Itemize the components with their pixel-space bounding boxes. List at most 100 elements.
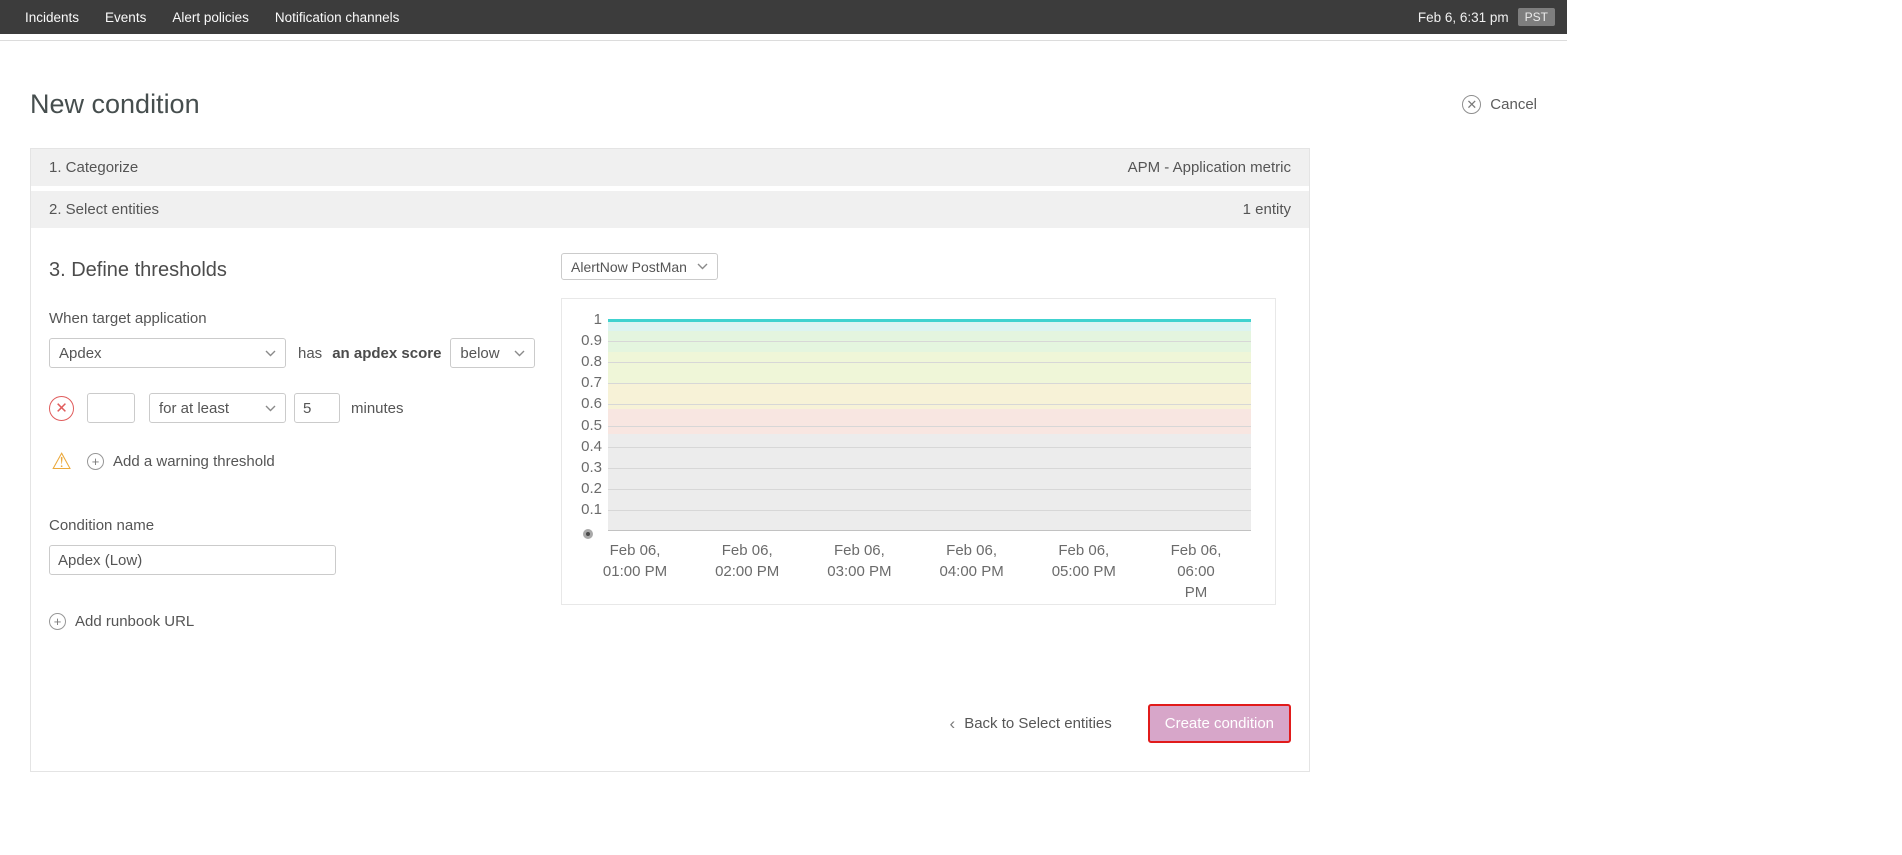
- chart-plot: [608, 320, 1251, 531]
- critical-value-input[interactable]: [87, 393, 135, 423]
- duration-minutes-input[interactable]: [294, 393, 340, 423]
- back-link-label: Back to Select entities: [964, 715, 1112, 732]
- duration-condition-select-value: for at least: [159, 400, 229, 417]
- page-header: New condition ✕ Cancel: [30, 89, 1537, 120]
- nav-item-alert-policies[interactable]: Alert policies: [159, 0, 262, 34]
- threshold-band: [608, 434, 1251, 531]
- entity-select-value: AlertNow PostMan: [571, 259, 687, 275]
- threshold-band: [608, 352, 1251, 384]
- app-window: Incidents Events Alert policies Notifica…: [0, 0, 1567, 772]
- critical-circle-x-icon: ✕: [49, 396, 74, 421]
- x-tick-label: Feb 06, 02:00 PM: [715, 540, 779, 582]
- y-tick-label: 0.5: [581, 417, 602, 435]
- y-tick-label: 0.3: [581, 459, 602, 477]
- x-tick-label: Feb 06, 03:00 PM: [827, 540, 891, 582]
- duration-condition-select[interactable]: for at least: [149, 393, 286, 423]
- cancel-label: Cancel: [1490, 96, 1537, 113]
- chevron-down-icon: [265, 405, 276, 412]
- warning-threshold-row: ⚠ + Add a warning threshold: [49, 450, 561, 473]
- y-gridline: [608, 510, 1251, 511]
- warning-triangle-icon: ⚠: [49, 450, 74, 473]
- apdex-series-line: [608, 319, 1251, 322]
- back-to-select-entities-link[interactable]: ‹ Back to Select entities: [950, 715, 1112, 732]
- minutes-label: minutes: [351, 400, 404, 417]
- step-select-entities-value: 1 entity: [1243, 201, 1291, 218]
- y-gridline: [608, 447, 1251, 448]
- runbook-row: + Add runbook URL: [49, 613, 561, 664]
- threshold-band: [608, 409, 1251, 434]
- thresholds-form: 3. Define thresholds When target applica…: [49, 233, 561, 664]
- topbar-clock: Feb 6, 6:31 pm PST: [1418, 8, 1555, 26]
- y-tick-label: 0.6: [581, 395, 602, 413]
- cancel-button[interactable]: ✕ Cancel: [1462, 95, 1537, 114]
- y-tick-label: 0.7: [581, 374, 602, 392]
- y-axis-labels: 10.90.80.70.60.50.40.30.20.1: [574, 320, 608, 531]
- time-range-slider-handle[interactable]: [583, 529, 593, 539]
- y-gridline: [608, 404, 1251, 405]
- top-nav-menu: Incidents Events Alert policies Notifica…: [12, 0, 412, 34]
- cancel-circle-x-icon: ✕: [1462, 95, 1481, 114]
- main-content: New condition ✕ Cancel 1. Categorize APM…: [0, 89, 1567, 772]
- page-title: New condition: [30, 89, 200, 120]
- chevron-down-icon: [265, 350, 276, 357]
- y-tick-label: 1: [594, 311, 602, 329]
- has-label: has: [298, 345, 322, 362]
- apdex-preview-chart: 1 0.9 0.8 0.7 0.6 0.5 0.4 0.3 0.2 0.1 Feb 06, 01:…: [561, 298, 1276, 605]
- critical-threshold-row: ✕ for at least minutes: [49, 393, 561, 423]
- step-categorize-value: APM - Application metric: [1128, 159, 1291, 176]
- y-gridline: [608, 341, 1251, 342]
- add-warning-threshold-link[interactable]: Add a warning threshold: [113, 453, 275, 470]
- step-categorize[interactable]: 1. Categorize APM - Application metric: [31, 149, 1309, 186]
- metric-row: Apdex has an apdex score below: [49, 338, 561, 368]
- define-thresholds-heading: 3. Define thresholds: [49, 259, 561, 282]
- x-tick-label: Feb 06, 01:00 PM: [603, 540, 667, 582]
- define-thresholds-section: 3. Define thresholds When target applica…: [31, 233, 1309, 664]
- chevron-left-icon: ‹: [950, 715, 956, 732]
- preview-panel: AlertNow PostMan 1 0.9 0.8 0.7 0.6 0.5 0.4 0.3 0…: [561, 233, 1276, 664]
- step-categorize-label: 1. Categorize: [49, 159, 138, 176]
- nav-item-incidents[interactable]: Incidents: [12, 0, 92, 34]
- target-metric-select-value: Apdex: [59, 345, 102, 362]
- target-metric-select[interactable]: Apdex: [49, 338, 286, 368]
- chevron-down-icon: [697, 263, 708, 270]
- x-tick-label: Feb 06, 06:00 PM: [1169, 540, 1224, 603]
- operator-select-value: below: [460, 345, 499, 362]
- y-gridline: [608, 468, 1251, 469]
- x-tick-label: Feb 06, 05:00 PM: [1052, 540, 1116, 582]
- chart-area: 10.90.80.70.60.50.40.30.20.1: [574, 320, 1253, 531]
- create-condition-button[interactable]: Create condition: [1148, 704, 1291, 743]
- y-tick-label: 0.4: [581, 438, 602, 456]
- x-axis-line: [608, 530, 1251, 531]
- condition-name-label: Condition name: [49, 517, 561, 534]
- nav-item-events[interactable]: Events: [92, 0, 159, 34]
- entity-select-wrap: AlertNow PostMan: [561, 253, 1276, 280]
- nav-item-notification-channels[interactable]: Notification channels: [262, 0, 413, 34]
- current-time: Feb 6, 6:31 pm: [1418, 10, 1509, 25]
- y-gridline: [608, 362, 1251, 363]
- apdex-score-label: an apdex score: [332, 345, 441, 362]
- step-select-entities-label: 2. Select entities: [49, 201, 159, 218]
- x-axis-labels: Feb 06, 01:00 PMFeb 06, 02:00 PMFeb 06, …: [608, 540, 1251, 588]
- condition-name-input[interactable]: [49, 545, 336, 575]
- y-gridline: [608, 426, 1251, 427]
- top-navigation: Incidents Events Alert policies Notifica…: [0, 0, 1567, 34]
- y-gridline: [608, 383, 1251, 384]
- add-circle-icon: +: [49, 613, 66, 630]
- entity-select[interactable]: AlertNow PostMan: [561, 253, 718, 280]
- step-select-entities[interactable]: 2. Select entities 1 entity: [31, 191, 1309, 228]
- chevron-down-icon: [514, 350, 525, 357]
- y-tick-label: 0.1: [581, 501, 602, 519]
- y-tick-label: 0.9: [581, 332, 602, 350]
- y-tick-label: 0.2: [581, 480, 602, 498]
- y-tick-label: 0.8: [581, 353, 602, 371]
- new-condition-card: 1. Categorize APM - Application metric 2…: [30, 148, 1310, 772]
- card-footer: ‹ Back to Select entities Create conditi…: [31, 664, 1309, 771]
- y-gridline: [608, 489, 1251, 490]
- nav-divider: [0, 34, 1567, 41]
- x-tick-label: Feb 06, 04:00 PM: [939, 540, 1003, 582]
- timezone-badge: PST: [1518, 8, 1555, 26]
- add-circle-icon: +: [87, 453, 104, 470]
- target-application-label: When target application: [49, 310, 561, 327]
- add-runbook-url-link[interactable]: Add runbook URL: [75, 613, 194, 630]
- operator-select[interactable]: below: [450, 338, 535, 368]
